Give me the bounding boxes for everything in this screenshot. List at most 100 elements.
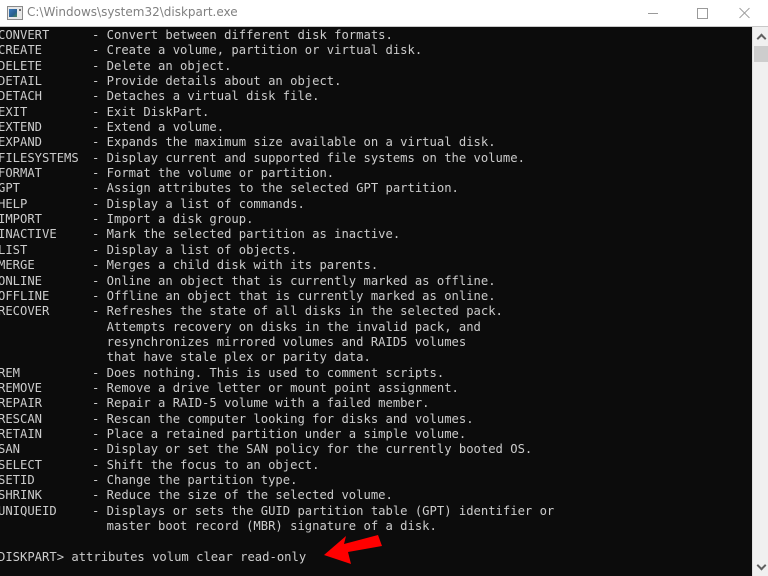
command-description: - Display or set the SAN policy for the … bbox=[92, 442, 533, 457]
command-name: DELETE bbox=[0, 58, 43, 73]
command-name: CREATE bbox=[0, 43, 43, 58]
command-description: - Offline an object that is currently ma… bbox=[92, 288, 496, 303]
command-row: LIST - Display a list of objects. bbox=[0, 243, 554, 258]
title-bar[interactable]: C:\Windows\system32\diskpart.exe bbox=[0, 0, 768, 27]
chevron-up-icon bbox=[756, 33, 766, 43]
command-name: REM bbox=[0, 365, 21, 380]
command-description: - Rescan the computer looking for disks … bbox=[92, 411, 474, 426]
command-list: CONVERT - Convert between different disk … bbox=[0, 28, 554, 565]
minimize-button[interactable] bbox=[630, 0, 676, 26]
command-description: - Repair a RAID-5 volume with a failed m… bbox=[92, 396, 430, 411]
command-name: RETAIN bbox=[0, 426, 43, 441]
command-name: MERGE bbox=[0, 258, 35, 273]
command-row: RECOVER - Refreshes the state of all disk… bbox=[0, 304, 554, 319]
command-description: master boot record (MBR) signature of a … bbox=[92, 519, 437, 533]
command-name: REMOVE bbox=[0, 380, 43, 395]
command-name: EXPAND bbox=[0, 135, 43, 150]
command-row: SELECT - Shift the focus to an object. bbox=[0, 458, 554, 473]
command-name: EXIT bbox=[0, 104, 28, 119]
command-description: - Refreshes the state of all disks in th… bbox=[92, 304, 503, 319]
prompt-line[interactable]: DISKPART> attributes volum clear read-on… bbox=[0, 550, 554, 565]
command-row: IMPORT - Import a disk group. bbox=[0, 212, 554, 227]
command-row-continuation: Attempts recovery on disks in the invali… bbox=[0, 320, 554, 335]
diskpart-window: C:\Windows\system32\diskpart.exe CONVERT… bbox=[0, 0, 768, 576]
command-row: EXTEND - Extend a volume. bbox=[0, 120, 554, 135]
command-name: EXTEND bbox=[0, 120, 43, 135]
command-description: - Convert between different disk formats… bbox=[92, 28, 393, 42]
command-description: - Delete an object. bbox=[92, 58, 232, 73]
scroll-thumb[interactable] bbox=[754, 46, 768, 62]
command-row: EXIT - Exit DiskPart. bbox=[0, 105, 554, 120]
command-name: INACTIVE bbox=[0, 227, 57, 242]
command-description: - Expands the maximum size available on … bbox=[92, 135, 496, 150]
window-title: C:\Windows\system32\diskpart.exe bbox=[27, 5, 238, 19]
command-name: RESCAN bbox=[0, 411, 43, 426]
command-name: DETAIL bbox=[0, 74, 43, 89]
command-description: resynchronizes mirrored volumes and RAID… bbox=[92, 334, 467, 349]
command-description: - Mark the selected partition as inactiv… bbox=[92, 227, 401, 242]
command-row: REPAIR - Repair a RAID-5 volume with a fa… bbox=[0, 396, 554, 411]
command-row-continuation: resynchronizes mirrored volumes and RAID… bbox=[0, 335, 554, 350]
command-description: that have stale plex or parity data. bbox=[92, 350, 371, 365]
command-description: - Extend a volume. bbox=[92, 120, 225, 135]
command-row: INACTIVE - Mark the selected partition as… bbox=[0, 227, 554, 242]
command-description: - Place a retained partition under a sim… bbox=[92, 426, 467, 441]
command-row: OFFLINE - Offline an object that is curre… bbox=[0, 289, 554, 304]
command-row-continuation: that have stale plex or parity data. bbox=[0, 350, 554, 365]
command-name: IMPORT bbox=[0, 212, 43, 227]
command-description: - Display a list of objects. bbox=[92, 242, 298, 257]
scroll-up-button[interactable] bbox=[753, 28, 768, 44]
close-icon bbox=[739, 7, 751, 19]
command-description: Attempts recovery on disks in the invali… bbox=[92, 319, 481, 334]
command-description: - Display a list of commands. bbox=[92, 196, 305, 211]
command-name: GPT bbox=[0, 181, 21, 196]
command-description: - Create a volume, partition or virtual … bbox=[92, 43, 423, 58]
command-row: SAN - Display or set the SAN policy for t… bbox=[0, 442, 554, 457]
command-row: GPT - Assign attributes to the selected G… bbox=[0, 181, 554, 196]
command-name: DETACH bbox=[0, 89, 43, 104]
command-row: MERGE - Merges a child disk with its pare… bbox=[0, 258, 554, 273]
command-row: REMOVE - Remove a drive letter or mount p… bbox=[0, 381, 554, 396]
command-description: - Change the partition type. bbox=[92, 472, 298, 487]
command-name: SELECT bbox=[0, 457, 43, 472]
command-row: RETAIN - Place a retained partition under… bbox=[0, 427, 554, 442]
command-name: FORMAT bbox=[0, 166, 43, 181]
command-row: HELP - Display a list of commands. bbox=[0, 197, 554, 212]
command-name: ONLINE bbox=[0, 273, 43, 288]
prompt-input[interactable]: attributes volum clear read-only bbox=[71, 550, 306, 564]
command-row: FILESYSTEMS - Display current and support… bbox=[0, 151, 554, 166]
command-description: - Online an object that is currently mar… bbox=[92, 273, 496, 288]
minimize-icon bbox=[648, 12, 658, 14]
chevron-down-icon bbox=[756, 560, 766, 570]
command-name: HELP bbox=[0, 196, 28, 211]
command-description: - Import a disk group. bbox=[92, 212, 254, 227]
command-description: - Display current and supported file sys… bbox=[92, 150, 525, 165]
console-app-icon[interactable] bbox=[7, 6, 23, 20]
maximize-button[interactable] bbox=[679, 0, 725, 26]
command-description: - Does nothing. This is used to comment … bbox=[92, 365, 445, 380]
command-row: CREATE - Create a volume, partition or vi… bbox=[0, 43, 554, 58]
command-description: - Merges a child disk with its parents. bbox=[92, 258, 379, 273]
vertical-scrollbar[interactable] bbox=[752, 27, 768, 576]
command-row: FORMAT - Format the volume or partition. bbox=[0, 166, 554, 181]
command-name: REPAIR bbox=[0, 396, 43, 411]
command-name: LIST bbox=[0, 242, 28, 257]
command-row: ONLINE - Online an object that is current… bbox=[0, 274, 554, 289]
maximize-icon bbox=[696, 7, 708, 19]
command-row: SHRINK - Reduce the size of the selected … bbox=[0, 488, 554, 503]
scroll-down-button[interactable] bbox=[753, 559, 768, 575]
command-name: SETID bbox=[0, 472, 35, 487]
command-name: FILESYSTEMS bbox=[0, 150, 79, 165]
command-description: - Exit DiskPart. bbox=[92, 104, 210, 119]
command-name: OFFLINE bbox=[0, 288, 50, 303]
command-description: - Reduce the size of the selected volume… bbox=[92, 488, 393, 503]
command-name: SHRINK bbox=[0, 488, 43, 503]
prompt-label: DISKPART> bbox=[0, 549, 72, 564]
command-description: - Format the volume or partition. bbox=[92, 166, 335, 181]
close-button[interactable] bbox=[722, 0, 768, 26]
command-row: DETACH - Detaches a virtual disk file. bbox=[0, 89, 554, 104]
console-output[interactable]: CONVERT - Convert between different disk … bbox=[0, 27, 752, 576]
command-name: CONVERT bbox=[0, 28, 50, 42]
command-row: REM - Does nothing. This is used to comme… bbox=[0, 366, 554, 381]
